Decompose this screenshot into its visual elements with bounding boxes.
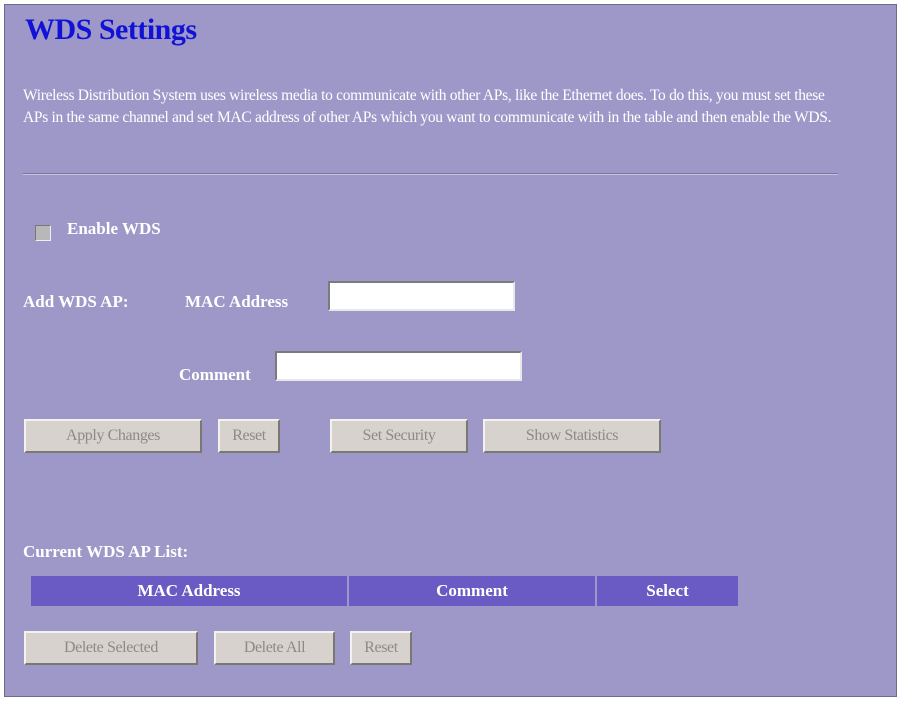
divider bbox=[23, 173, 838, 175]
add-wds-ap-label: Add WDS AP: bbox=[23, 292, 129, 311]
comment-label: Comment bbox=[179, 365, 251, 384]
column-header-select: Select bbox=[597, 576, 738, 606]
list-reset-button[interactable]: Reset bbox=[350, 631, 412, 665]
show-statistics-button[interactable]: Show Statistics bbox=[483, 419, 661, 453]
reset-button[interactable]: Reset bbox=[218, 419, 280, 453]
column-header-comment: Comment bbox=[349, 576, 595, 606]
apply-changes-button[interactable]: Apply Changes bbox=[24, 419, 202, 453]
mac-address-input[interactable] bbox=[328, 281, 515, 311]
delete-all-button[interactable]: Delete All bbox=[214, 631, 335, 665]
column-header-mac-address: MAC Address bbox=[31, 576, 347, 606]
current-wds-ap-list-label: Current WDS AP List: bbox=[23, 542, 189, 561]
delete-selected-button[interactable]: Delete Selected bbox=[24, 631, 198, 665]
wds-ap-table-header: MAC Address Comment Select bbox=[31, 576, 738, 606]
page-description: Wireless Distribution System uses wirele… bbox=[23, 87, 832, 126]
enable-wds-checkbox[interactable] bbox=[35, 225, 51, 241]
mac-address-label: MAC Address bbox=[185, 292, 289, 311]
set-security-button[interactable]: Set Security bbox=[330, 419, 468, 453]
enable-wds-label: Enable WDS bbox=[67, 219, 161, 238]
wds-settings-panel: WDS Settings Wireless Distribution Syste… bbox=[4, 4, 897, 697]
page-title: WDS Settings bbox=[25, 13, 197, 46]
comment-input[interactable] bbox=[275, 351, 522, 381]
